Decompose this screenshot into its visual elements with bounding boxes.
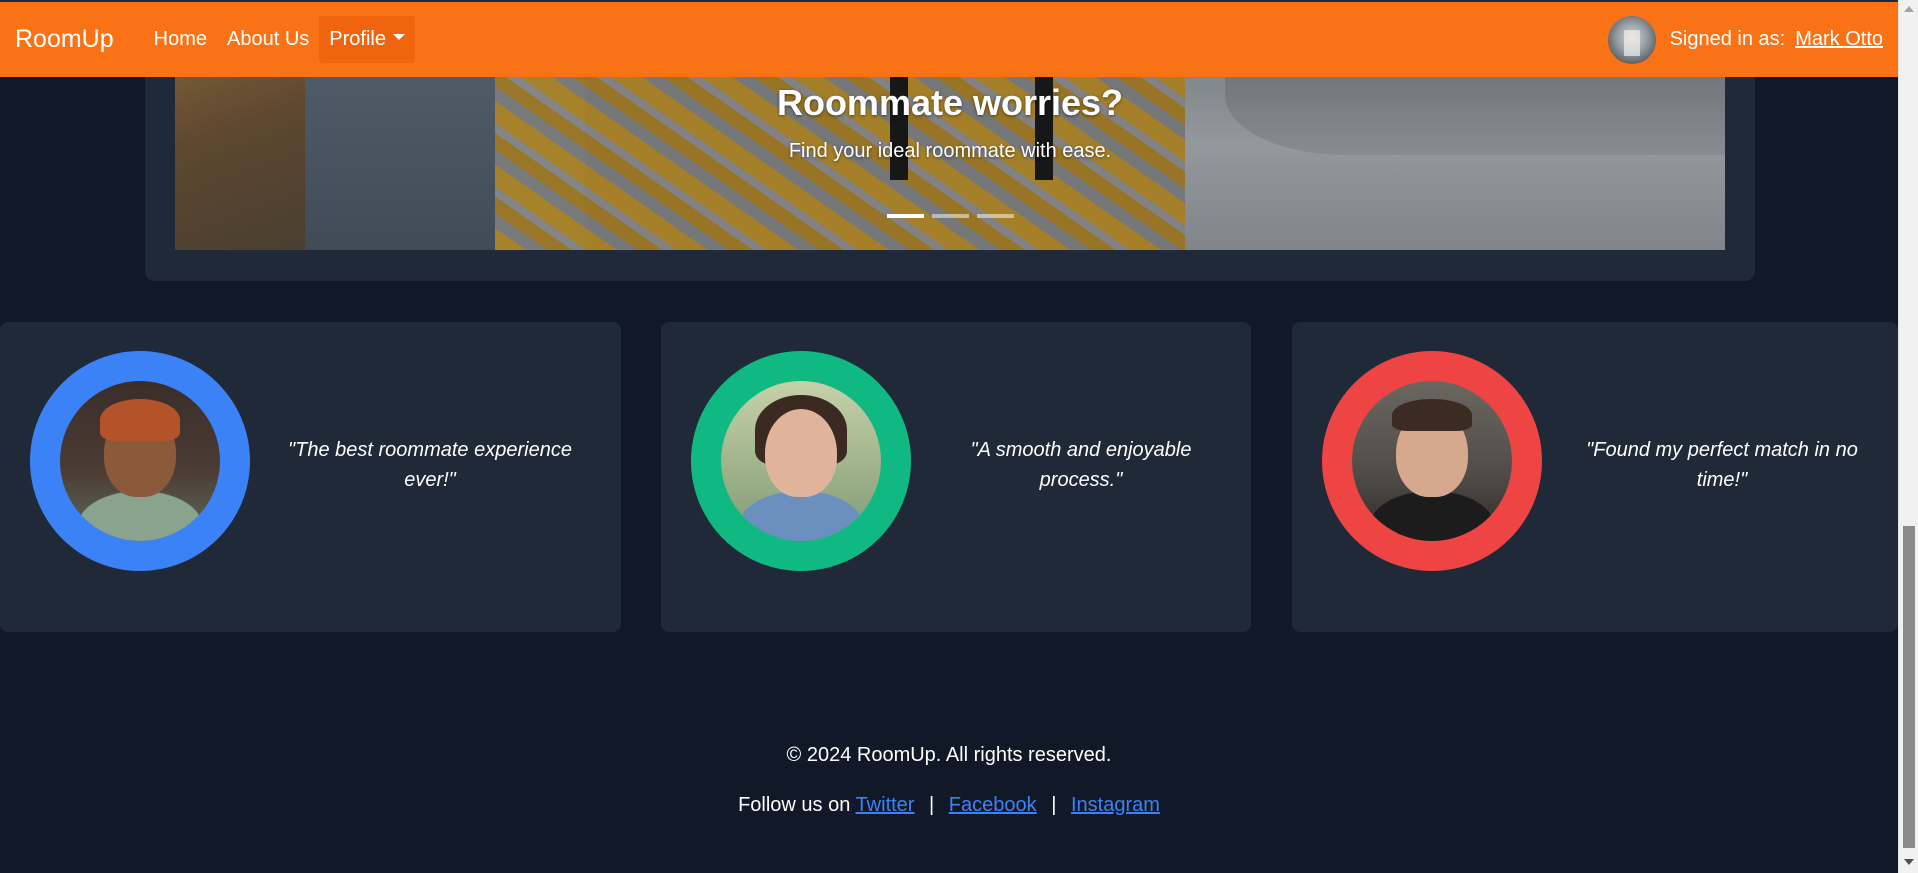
user-name-link[interactable]: Mark Otto (1795, 28, 1883, 51)
testimonial-quote-3: "Found my perfect match in no time!" (1586, 439, 1858, 491)
testimonial-quote-2: "A smooth and enjoyable process." (970, 439, 1192, 491)
hero-title: Roommate worries? (776, 82, 1124, 123)
page-scrollbar[interactable] (1898, 0, 1918, 873)
testimonial-photo-1 (60, 381, 220, 541)
scroll-down-arrow-icon[interactable] (1904, 859, 1914, 865)
follow-us-label: Follow us on (738, 794, 851, 816)
footer-social-links: Follow us on Twitter | Facebook | Instag… (0, 794, 1898, 817)
profile-dropdown-label: Profile (329, 28, 386, 50)
footer-copyright: © 2024 RoomUp. All rights reserved. (786, 744, 1112, 766)
chevron-down-icon (392, 33, 405, 40)
top-navbar: RoomUp Home About Us Profile Signed in a… (0, 0, 1898, 77)
carousel-indicator-2[interactable] (931, 214, 969, 218)
nav-link-about-us[interactable]: About Us (217, 18, 319, 61)
testimonial-photo-3 (1352, 381, 1512, 541)
scrollbar-thumb[interactable] (1903, 526, 1915, 848)
avatar-ring (30, 351, 250, 571)
avatar[interactable] (1607, 15, 1656, 64)
carousel-indicator-1[interactable] (886, 214, 924, 218)
carousel-indicators (175, 214, 1725, 218)
separator: | (929, 794, 935, 816)
hero-carousel[interactable]: Roommate worries? Find your ideal roomma… (175, 60, 1725, 250)
carousel-indicator-3[interactable] (976, 214, 1014, 218)
brand-logo-link[interactable]: RoomUp (15, 25, 114, 54)
signed-in-label: Signed in as: (1669, 28, 1786, 50)
testimonial-quote-1: "The best roommate experience ever!" (288, 439, 572, 491)
testimonial-photo-2 (721, 381, 881, 541)
hero-subtitle: Find your ideal roommate with ease. (788, 140, 1112, 162)
avatar-ring (691, 351, 911, 571)
scroll-up-arrow-icon[interactable] (1904, 6, 1914, 12)
nav-link-home[interactable]: Home (144, 18, 217, 61)
twitter-link[interactable]: Twitter (856, 794, 915, 816)
facebook-link[interactable]: Facebook (949, 794, 1037, 816)
profile-dropdown-toggle[interactable]: Profile (319, 16, 415, 63)
testimonial-card-2: "A smooth and enjoyable process." (661, 322, 1251, 632)
avatar-ring (1322, 351, 1542, 571)
testimonial-card-1: "The best roommate experience ever!" (0, 322, 621, 632)
user-area: Signed in as: Mark Otto (1607, 15, 1883, 64)
testimonial-card-3: "Found my perfect match in no time!" (1292, 322, 1898, 632)
separator: | (1051, 794, 1057, 816)
hero-carousel-container: Roommate worries? Find your ideal roomma… (145, 60, 1755, 281)
instagram-link[interactable]: Instagram (1071, 794, 1160, 816)
